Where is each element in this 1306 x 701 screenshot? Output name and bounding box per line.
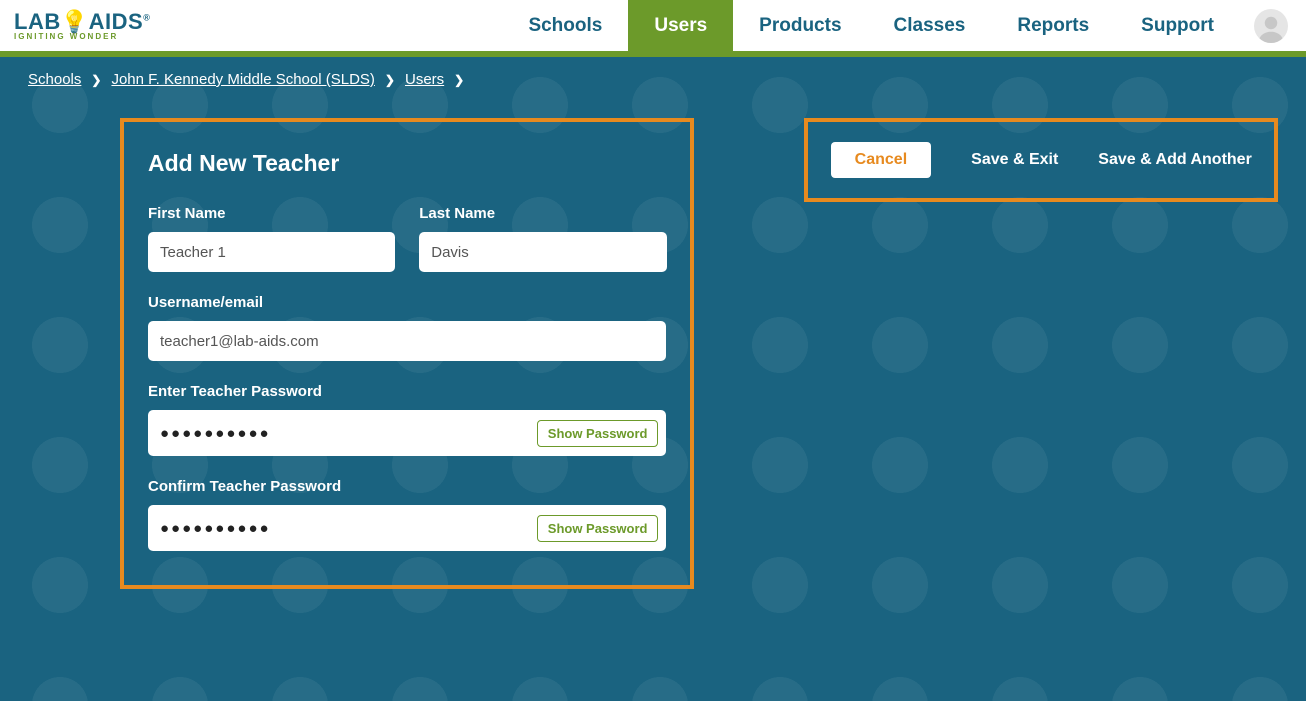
- nav-reports[interactable]: Reports: [991, 0, 1115, 54]
- show-password-button[interactable]: Show Password: [537, 420, 659, 447]
- chevron-right-icon: ❯: [385, 73, 395, 87]
- nav-support[interactable]: Support: [1115, 0, 1240, 54]
- last-name-field: Last Name: [419, 205, 666, 272]
- top-header: LAB💡AIDS® IGNITING WONDER Schools Users …: [0, 0, 1306, 57]
- show-confirm-password-button[interactable]: Show Password: [537, 515, 659, 542]
- confirm-password-input[interactable]: [160, 505, 537, 551]
- first-name-field: First Name: [148, 205, 395, 272]
- username-label: Username/email: [148, 294, 666, 311]
- avatar[interactable]: [1254, 9, 1288, 43]
- chevron-right-icon: ❯: [91, 73, 101, 87]
- password-field: Enter Teacher Password Show Password: [148, 383, 666, 456]
- first-name-label: First Name: [148, 205, 395, 222]
- page-title: Add New Teacher: [148, 150, 666, 177]
- save-add-another-button[interactable]: Save & Add Another: [1098, 151, 1252, 169]
- confirm-password-label: Confirm Teacher Password: [148, 478, 666, 495]
- chevron-right-icon: ❯: [454, 73, 464, 87]
- logo-tagline: IGNITING WONDER: [14, 33, 150, 41]
- action-bar: Cancel Save & Exit Save & Add Another: [804, 118, 1278, 202]
- logo[interactable]: LAB💡AIDS® IGNITING WONDER: [14, 11, 150, 41]
- password-input[interactable]: [160, 410, 537, 456]
- breadcrumb: Schools ❯ John F. Kennedy Middle School …: [0, 57, 1306, 88]
- username-input[interactable]: [160, 321, 654, 361]
- nav-schools[interactable]: Schools: [502, 0, 628, 54]
- confirm-password-field: Confirm Teacher Password Show Password: [148, 478, 666, 551]
- username-field: Username/email: [148, 294, 666, 361]
- breadcrumb-school[interactable]: John F. Kennedy Middle School (SLDS): [111, 71, 374, 88]
- last-name-input[interactable]: [431, 232, 654, 272]
- nav-classes[interactable]: Classes: [868, 0, 992, 54]
- cancel-button[interactable]: Cancel: [831, 142, 931, 178]
- add-teacher-panel: Add New Teacher First Name Last Name Use…: [120, 118, 694, 589]
- save-exit-button[interactable]: Save & Exit: [971, 151, 1058, 169]
- breadcrumb-users[interactable]: Users: [405, 71, 444, 88]
- bulb-icon: 💡: [61, 9, 89, 34]
- password-label: Enter Teacher Password: [148, 383, 666, 400]
- nav-users[interactable]: Users: [628, 0, 733, 54]
- nav-products[interactable]: Products: [733, 0, 867, 54]
- main-nav: Schools Users Products Classes Reports S…: [502, 0, 1240, 54]
- first-name-input[interactable]: [160, 232, 383, 272]
- breadcrumb-schools[interactable]: Schools: [28, 71, 81, 88]
- last-name-label: Last Name: [419, 205, 666, 222]
- person-icon: [1256, 13, 1286, 43]
- logo-text: LAB💡AIDS®: [14, 11, 150, 33]
